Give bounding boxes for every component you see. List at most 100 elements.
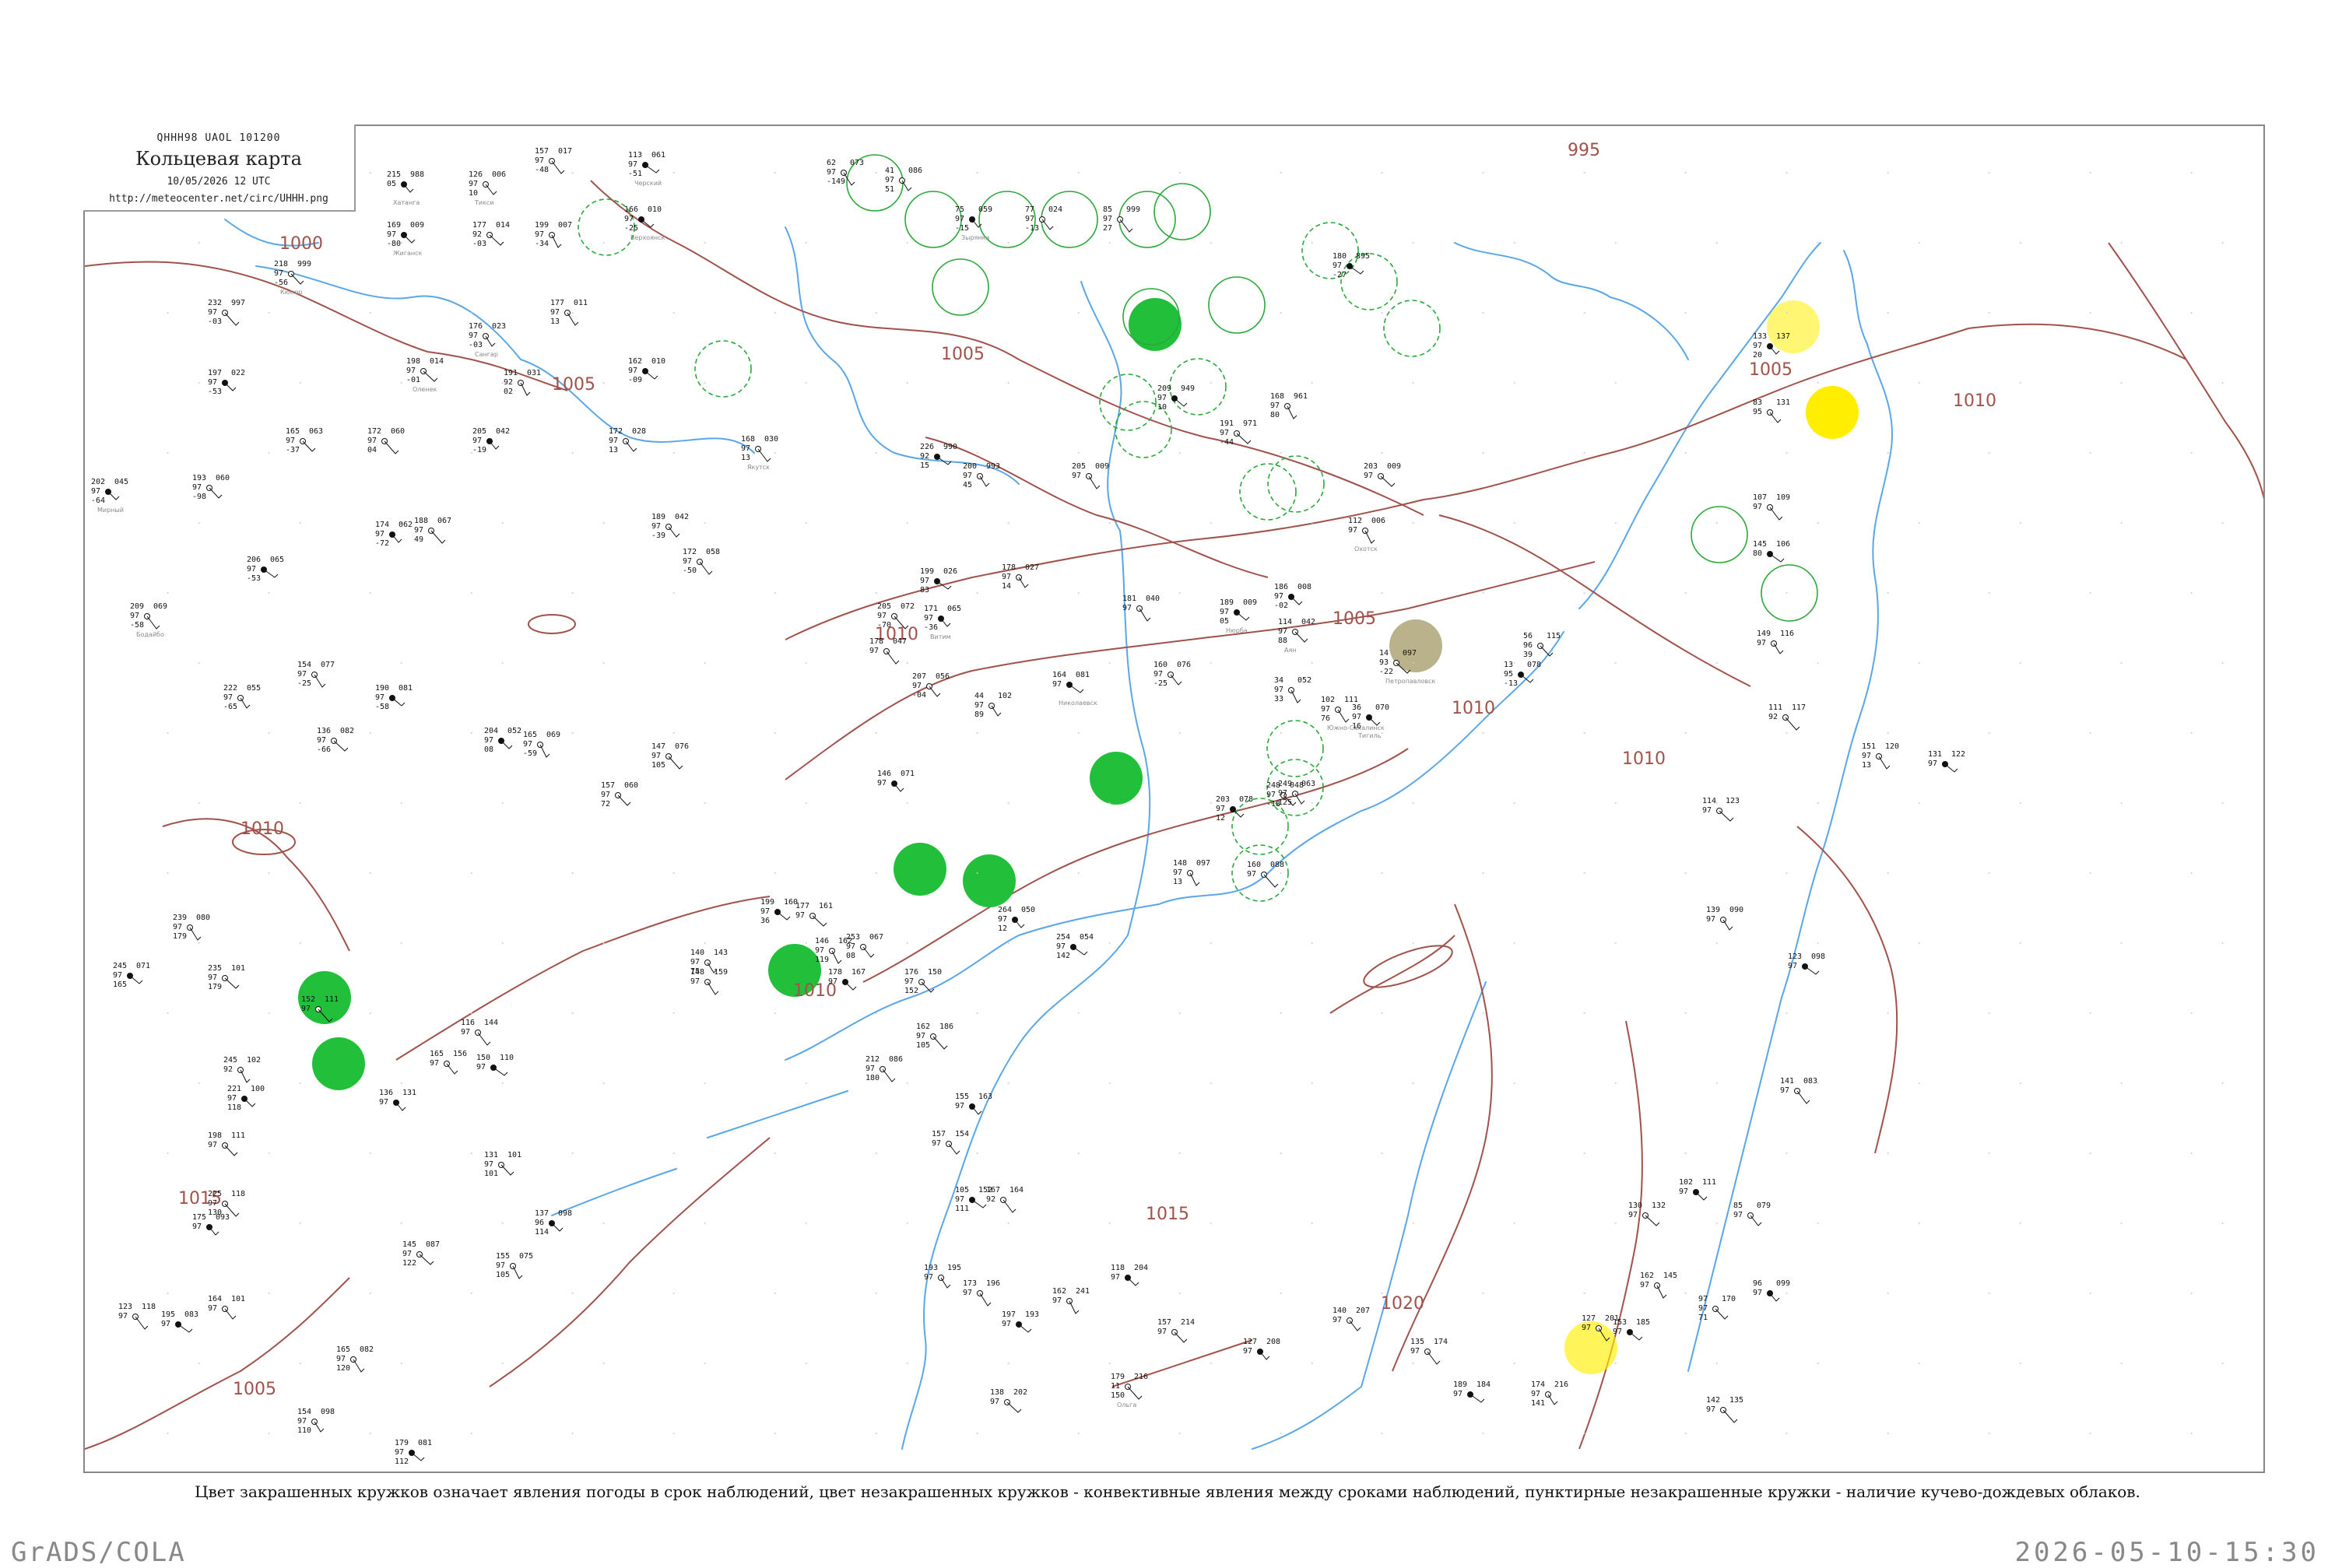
station-plot[interactable]: 166 010 97-25Верхоянск xyxy=(624,205,665,241)
station-plot[interactable]: 205 042 97-19 xyxy=(472,427,510,454)
station-plot[interactable]: 168 961 9780 xyxy=(1270,392,1308,419)
station-plot[interactable]: 179 081 97112 xyxy=(395,1439,432,1466)
station-plot[interactable]: 197 193 97 xyxy=(1002,1310,1039,1333)
station-plot[interactable]: 162 010 97-09 xyxy=(628,357,665,384)
station-plot[interactable]: 114 042 9788 Аян xyxy=(1278,618,1315,654)
station-plot[interactable]: 44 102 9789 xyxy=(974,692,1012,719)
station-plot[interactable]: 162 186 97105 xyxy=(916,1023,953,1050)
station-plot[interactable]: 165 063 97-37 xyxy=(286,427,323,454)
station-plot[interactable]: 203 009 97 xyxy=(1364,462,1401,487)
station-plot[interactable]: 221 100 97118 xyxy=(227,1085,265,1112)
station-plot[interactable]: 199 007 97-34 xyxy=(535,221,572,248)
station-plot[interactable]: 154 098 97110 xyxy=(297,1408,335,1435)
station-plot[interactable]: 176 150 97152 xyxy=(904,968,942,995)
station-plot[interactable]: 148 159 97 xyxy=(690,968,728,995)
station-plot[interactable]: 136 131 97 xyxy=(379,1089,416,1111)
station-plot[interactable]: 146 071 97 xyxy=(877,770,915,792)
station-plot[interactable]: 97 1709771 xyxy=(1698,1295,1736,1322)
station-plot[interactable]: 135 174 97 xyxy=(1410,1338,1448,1365)
station-plot[interactable]: 189 009 9705Нюрба xyxy=(1220,598,1257,634)
station-plot[interactable]: 114 123 97 xyxy=(1702,797,1740,822)
station-plot[interactable]: 127 208 97 xyxy=(1243,1338,1280,1360)
station-plot[interactable]: 193 060 97-98 xyxy=(192,474,230,501)
station-plot[interactable]: 107 109 97 xyxy=(1753,493,1790,521)
station-plot[interactable]: 264 050 9712 xyxy=(998,906,1035,933)
station-plot[interactable]: 118 204 97 xyxy=(1111,1264,1148,1286)
station-plot[interactable]: 245 102 92 xyxy=(223,1056,261,1083)
station-plot[interactable]: 85 079 97 xyxy=(1733,1201,1771,1226)
station-plot[interactable]: 212 086 97180 xyxy=(866,1055,903,1082)
station-plot[interactable]: 171 065 97-36Витим xyxy=(924,605,961,640)
station-plot[interactable]: 235 101 97179 xyxy=(208,964,245,991)
station-plot[interactable]: 200 993 9745 xyxy=(963,462,1000,489)
station-plot[interactable]: 139 090 97 xyxy=(1706,906,1743,931)
station-plot[interactable]: 140 207 97 xyxy=(1333,1307,1370,1331)
station-plot[interactable]: 113 061 97-51 Черский xyxy=(628,151,665,187)
station-plot[interactable]: 162 145 97 xyxy=(1640,1272,1677,1299)
station-plot[interactable]: 176 023 97-03 Сангар xyxy=(469,322,506,358)
station-plot[interactable]: 96 099 97 xyxy=(1753,1279,1790,1302)
station-plot[interactable]: 116 144 97 xyxy=(461,1019,498,1046)
station-plot[interactable]: 141 083 97 xyxy=(1780,1077,1817,1104)
station-plot[interactable]: 157 214 97 xyxy=(1157,1318,1195,1343)
station-plot[interactable]: 191 971 97-44 xyxy=(1220,419,1257,447)
station-plot[interactable]: 131 122 97 xyxy=(1928,750,1965,773)
station-plot[interactable]: 62 073 97-149 xyxy=(827,159,864,186)
station-plot[interactable]: 169 009 97-80 Жиганск xyxy=(387,221,424,257)
station-plot[interactable]: 41 086 9751 xyxy=(885,167,922,194)
station-plot[interactable]: 102 111 97 xyxy=(1679,1178,1716,1201)
station-plot[interactable]: 111 117 92 xyxy=(1768,703,1806,731)
station-plot[interactable]: 142 135 97 xyxy=(1706,1396,1743,1423)
station-plot[interactable]: 160 076 97-25 xyxy=(1153,661,1191,688)
station-plot[interactable]: 138 202 97 xyxy=(990,1388,1027,1413)
station-plot[interactable]: 148 097 9713 xyxy=(1173,859,1210,886)
station-plot[interactable]: 189 184 97 xyxy=(1453,1380,1491,1403)
station-plot[interactable]: 188 067 9749 xyxy=(414,517,451,544)
station-plot[interactable]: 157 017 97-48 xyxy=(535,147,572,174)
station-plot[interactable]: 186 008 97-02 xyxy=(1274,583,1311,610)
station-plot[interactable]: 123 098 97 xyxy=(1788,952,1825,975)
station-plot[interactable]: 157 154 97 xyxy=(932,1130,969,1155)
source-url[interactable]: http://meteocenter.net/circ/UHHH.png xyxy=(83,193,354,205)
station-plot[interactable]: 198 111 97 xyxy=(208,1131,245,1156)
station-plot[interactable]: 193 195 97 xyxy=(924,1264,961,1289)
station-plot[interactable]: 202 045 97-64 Мирный xyxy=(91,478,128,514)
station-plot[interactable]: 254 054 97142 xyxy=(1056,933,1094,960)
station-plot[interactable]: 83 131 95 xyxy=(1753,398,1790,423)
station-plot[interactable]: 174 216 97141 xyxy=(1531,1380,1568,1408)
station-plot[interactable]: 145 106 80 xyxy=(1753,540,1790,563)
station-plot[interactable]: 204 052 9708 xyxy=(484,727,521,754)
station-plot[interactable]: 195 083 97 xyxy=(161,1310,198,1333)
station-plot[interactable]: 130 132 97 xyxy=(1628,1201,1666,1226)
station-plot[interactable]: 131 10197101 xyxy=(484,1151,521,1178)
station-plot[interactable]: 157 060 9772 xyxy=(601,781,638,809)
station-plot[interactable]: 173 196 97 xyxy=(963,1279,1000,1307)
station-plot[interactable]: 181 040 97 xyxy=(1122,595,1160,622)
station-plot[interactable]: 189 042 97-39 xyxy=(651,513,689,540)
station-plot[interactable]: 177 014 92-03 xyxy=(472,221,510,248)
station-plot[interactable]: 165 069 97-59 xyxy=(523,731,560,758)
station-plot[interactable]: 177 011 9713 xyxy=(550,299,588,326)
station-plot[interactable]: 215 988 05 Хатанга xyxy=(387,170,424,206)
station-plot[interactable]: 165 082 97120 xyxy=(336,1345,374,1373)
station-plot[interactable]: 165 156 97 xyxy=(430,1050,467,1075)
station-plot[interactable]: 151 120 9713 xyxy=(1862,742,1899,770)
station-plot[interactable]: 190 081 97-58 xyxy=(375,684,413,711)
station-plot[interactable]: 137 098 96114 xyxy=(535,1209,572,1237)
station-plot[interactable]: 34 052 9733 xyxy=(1274,676,1311,703)
station-plot[interactable]: 209 069 97-58Бодайбо xyxy=(130,602,167,638)
station-plot[interactable]: 239 080 97179 xyxy=(173,914,210,941)
station-plot[interactable]: 226 990 9215 xyxy=(920,443,957,470)
station-plot[interactable]: 177 161 97 xyxy=(795,902,833,927)
station-plot[interactable]: 154 077 97-25 xyxy=(297,661,335,688)
station-plot[interactable]: 206 065 97-53 xyxy=(247,556,284,583)
station-plot[interactable]: 199 1609736 xyxy=(760,898,798,925)
station-plot[interactable]: 136 082 97-66 xyxy=(317,727,354,754)
station-plot[interactable]: 198 014 97-01 Оленек xyxy=(406,357,444,393)
station-plot[interactable]: 172 060 9704 xyxy=(367,427,405,454)
station-plot[interactable]: 149 116 97 xyxy=(1757,630,1794,654)
station-plot[interactable]: 147 076 97105 xyxy=(651,742,689,770)
station-plot[interactable]: 164 081 97 Николаевск xyxy=(1052,671,1097,707)
station-plot[interactable]: 222 055 97-65 xyxy=(223,684,261,711)
station-plot[interactable]: 174 062 97-72 xyxy=(375,521,413,548)
